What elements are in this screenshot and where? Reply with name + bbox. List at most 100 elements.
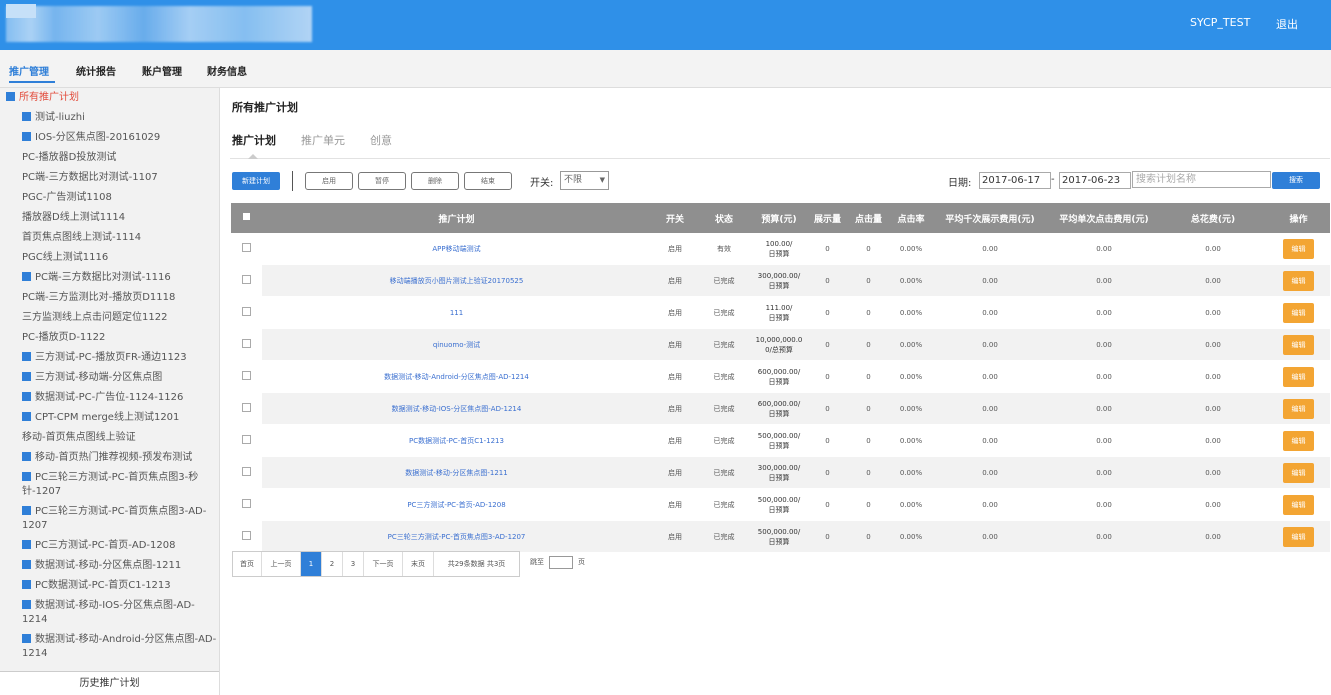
tree-item[interactable]: 移动-首页焦点图线上验证 — [0, 428, 219, 448]
pause-button[interactable]: 暂停 — [358, 172, 406, 190]
new-campaign-button[interactable]: 新建计划 — [232, 172, 280, 190]
tab-ad-units[interactable]: 推广单元 — [301, 132, 345, 148]
tree-item[interactable]: 数据测试-移动-分区焦点图-1211 — [0, 556, 219, 576]
pager-prev[interactable]: 上一页 — [262, 552, 301, 576]
edit-button[interactable]: 编辑 — [1283, 302, 1314, 323]
action-cell: 编辑 — [1267, 296, 1330, 329]
search-button[interactable]: 搜索 — [1272, 172, 1320, 189]
tree-item[interactable]: 播放器D线上测试1114 — [0, 208, 219, 228]
history-campaigns-button[interactable]: 历史推广计划 — [0, 671, 219, 695]
tree-item[interactable]: PC端-三方监测比对-播放页D1118 — [0, 288, 219, 308]
campaign-name-link[interactable]: qinuomo-测试 — [433, 341, 480, 349]
action-cell: 编辑 — [1267, 233, 1330, 265]
nav-statistics-report[interactable]: 统计报告 — [76, 63, 116, 78]
col-actions: 操作 — [1267, 203, 1330, 233]
pager-next[interactable]: 下一页 — [364, 552, 403, 576]
goto-page-input[interactable] — [549, 556, 573, 569]
end-button[interactable]: 结束 — [464, 172, 512, 190]
cpc-cell: 0.00 — [1049, 360, 1159, 393]
edit-button[interactable]: 编辑 — [1283, 462, 1314, 483]
row-checkbox[interactable] — [242, 435, 251, 444]
tree-item[interactable]: PC-播放页D-1122 — [0, 328, 219, 348]
select-all-checkbox[interactable] — [243, 213, 250, 220]
row-checkbox[interactable] — [242, 531, 251, 540]
row-checkbox-cell — [231, 488, 262, 521]
campaign-name-link[interactable]: PC数据测试-PC-首页C1-1213 — [409, 437, 504, 445]
impressions-cell: 0 — [809, 392, 846, 425]
nav-account-management[interactable]: 账户管理 — [142, 63, 182, 78]
edit-button[interactable]: 编辑 — [1283, 526, 1314, 547]
row-checkbox[interactable] — [242, 403, 251, 412]
tree-item[interactable]: PC三轮三方测试-PC-首页焦点图3-秒针-1207 — [0, 468, 219, 502]
cpm-cell: 0.00 — [931, 392, 1049, 425]
pager-first[interactable]: 首页 — [233, 552, 262, 576]
tab-campaigns[interactable]: 推广计划 — [232, 132, 276, 148]
tree-root[interactable]: 所有推广计划 — [0, 88, 219, 108]
tree-item[interactable]: PC数据测试-PC-首页C1-1213 — [0, 576, 219, 596]
tree-item[interactable]: CPT-CPM merge线上测试1201 — [0, 408, 219, 428]
tree-item[interactable]: 数据测试-PC-广告位-1124-1126 — [0, 388, 219, 408]
row-checkbox[interactable] — [242, 499, 251, 508]
tree-item[interactable]: 三方监测线上点击问题定位1122 — [0, 308, 219, 328]
switch-filter-select[interactable]: 不限 ▼ — [560, 171, 609, 190]
tree-item[interactable]: 三方测试-移动端-分区焦点图 — [0, 368, 219, 388]
edit-button[interactable]: 编辑 — [1283, 238, 1314, 259]
tree-item[interactable]: IOS-分区焦点图-20161029 — [0, 128, 219, 148]
tree-item[interactable]: 移动-首页热门推荐视频-预发布测试 — [0, 448, 219, 468]
campaign-icon — [22, 392, 31, 401]
row-checkbox[interactable] — [242, 275, 251, 284]
pager-last[interactable]: 末页 — [403, 552, 434, 576]
cpc-cell: 0.00 — [1049, 264, 1159, 297]
nav-promotion-management[interactable]: 推广管理 — [9, 63, 49, 78]
edit-button[interactable]: 编辑 — [1283, 398, 1314, 419]
edit-button[interactable]: 编辑 — [1283, 270, 1314, 291]
campaign-name-link[interactable]: 数据测试-移动-IOS-分区焦点图-AD-1214 — [392, 405, 522, 413]
tree-item[interactable]: PC-播放器D投放测试 — [0, 148, 219, 168]
tree-item[interactable]: 数据测试-移动-Android-分区焦点图-AD-1214 — [0, 630, 219, 664]
campaign-name-cell: PC三方测试-PC-首页-AD-1208 — [262, 488, 651, 521]
campaign-name-link[interactable]: APP移动端测试 — [432, 245, 480, 253]
campaign-search-input[interactable]: 搜索计划名称 — [1132, 171, 1271, 188]
tree-item[interactable]: 首页焦点图线上测试-1114 — [0, 228, 219, 248]
tree-item[interactable]: PGC-广告测试1108 — [0, 188, 219, 208]
edit-button[interactable]: 编辑 — [1283, 430, 1314, 451]
cpm-cell: 0.00 — [931, 488, 1049, 521]
select-all-header[interactable] — [231, 203, 262, 233]
tree-item[interactable]: PC端-三方数据比对测试-1116 — [0, 268, 219, 288]
campaign-name-link[interactable]: PC三轮三方测试-PC-首页焦点图3-AD-1207 — [388, 533, 526, 541]
campaign-name-link[interactable]: 移动端播放页小图片测试上验证20170525 — [390, 277, 524, 285]
campaign-name-link[interactable]: PC三方测试-PC-首页-AD-1208 — [407, 501, 505, 509]
campaign-name-link[interactable]: 数据测试-移动-Android-分区焦点图-AD-1214 — [384, 373, 529, 381]
row-checkbox[interactable] — [242, 467, 251, 476]
nav-finance-info[interactable]: 财务信息 — [207, 63, 247, 78]
row-checkbox[interactable] — [242, 307, 251, 316]
pager-page-2[interactable]: 2 — [322, 552, 343, 576]
tree-item[interactable]: PGC线上测试1116 — [0, 248, 219, 268]
campaign-name-link[interactable]: 数据测试-移动-分区焦点图-1211 — [405, 469, 507, 477]
pager-page-3[interactable]: 3 — [343, 552, 364, 576]
budget-unit: 日预算 — [768, 249, 790, 258]
edit-button[interactable]: 编辑 — [1283, 334, 1314, 355]
tree-item[interactable]: 三方测试-PC-播放页FR-通边1123 — [0, 348, 219, 368]
edit-button[interactable]: 编辑 — [1283, 366, 1314, 387]
date-to-input[interactable]: 2017-06-23 — [1059, 172, 1131, 189]
date-from-input[interactable]: 2017-06-17 — [979, 172, 1051, 189]
row-checkbox[interactable] — [242, 243, 251, 252]
tree-item[interactable]: 测试-liuzhi — [0, 108, 219, 128]
tree-item[interactable]: PC端-三方数据比对测试-1107 — [0, 168, 219, 188]
row-checkbox-cell — [231, 296, 262, 329]
enable-button[interactable]: 启用 — [305, 172, 353, 190]
row-checkbox[interactable] — [242, 339, 251, 348]
campaign-icon — [22, 452, 31, 461]
campaign-name-link[interactable]: 111 — [450, 309, 463, 317]
delete-button[interactable]: 删除 — [411, 172, 459, 190]
edit-button[interactable]: 编辑 — [1283, 494, 1314, 515]
tree-item[interactable]: PC三轮三方测试-PC-首页焦点图3-AD-1207 — [0, 502, 219, 536]
tree-item[interactable]: 数据测试-移动-IOS-分区焦点图-AD-1214 — [0, 596, 219, 630]
logout-link[interactable]: 退出 — [1276, 16, 1298, 32]
action-cell: 编辑 — [1267, 360, 1330, 393]
row-checkbox[interactable] — [242, 371, 251, 380]
pager-page-1[interactable]: 1 — [301, 552, 322, 576]
tree-item[interactable]: PC三方测试-PC-首页-AD-1208 — [0, 536, 219, 556]
tab-creatives[interactable]: 创意 — [370, 132, 392, 148]
